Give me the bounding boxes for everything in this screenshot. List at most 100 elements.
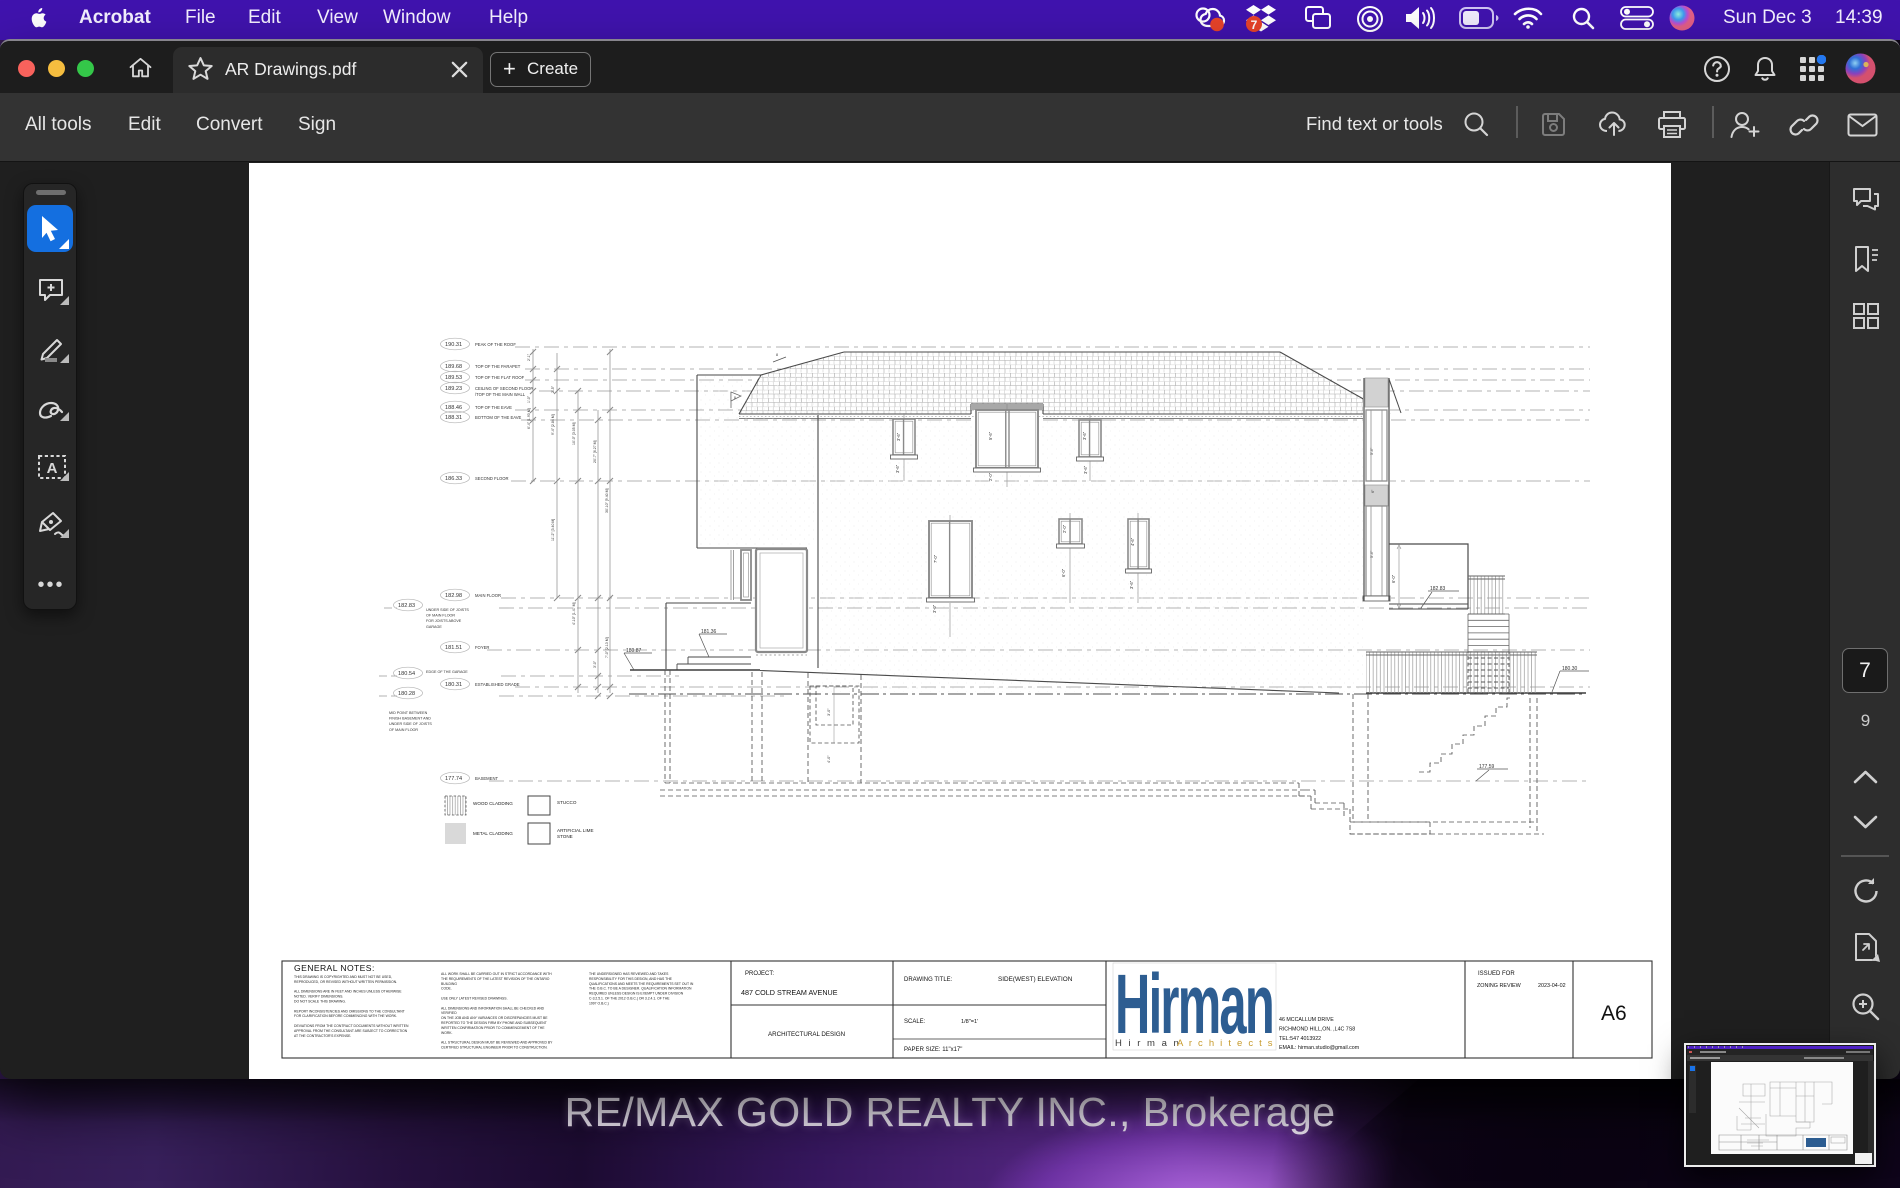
- svg-text:189.53: 189.53: [445, 375, 462, 381]
- svg-text:10'-0" [3.05 M]: 10'-0" [3.05 M]: [572, 422, 576, 445]
- svg-text:NOTED. VERIFY DIMENSIONS.: NOTED. VERIFY DIMENSIONS.: [294, 995, 343, 999]
- svg-text:FOR JOISTS ABOVE: FOR JOISTS ABOVE: [426, 619, 462, 623]
- svg-text:3'-6": 3'-6": [1083, 465, 1088, 474]
- svg-text:QUALIFICATIONS AND MEETS THE R: QUALIFICATIONS AND MEETS THE REQUIREMENT…: [589, 982, 694, 986]
- svg-text:TOP OF THE PARAPET: TOP OF THE PARAPET: [475, 364, 521, 369]
- svg-text:WORK.: WORK.: [441, 1031, 453, 1035]
- svg-text:ALL DIMENSIONS AND INFORMATION: ALL DIMENSIONS AND INFORMATION SHALL BE …: [441, 1006, 545, 1010]
- svg-text:3'-0": 3'-0": [932, 604, 937, 613]
- svg-text:3'-0": 3'-0": [827, 708, 831, 716]
- svg-text:CEILING OF SECOND FLOOR: CEILING OF SECOND FLOOR: [475, 386, 533, 391]
- svg-text:RESPONSIBILITY FOR THIS DESIGN: RESPONSIBILITY FOR THIS DESIGN, AND HAS …: [589, 977, 673, 981]
- svg-text:1997 O.B.C.): 1997 O.B.C.): [589, 1001, 609, 1005]
- svg-text:4'-6": 4'-6": [1130, 537, 1135, 546]
- svg-text:THE REQUIREMENTS OF THE LATEST: THE REQUIREMENTS OF THE LATEST REVISION …: [441, 977, 550, 981]
- svg-text:DEVIATIONS FROM THE CONTRACT D: DEVIATIONS FROM THE CONTRACT DOCUMENTS W…: [294, 1024, 409, 1028]
- svg-text:190.31: 190.31: [445, 342, 462, 348]
- svg-text:189.23: 189.23: [445, 386, 462, 392]
- svg-text:A r c h i t e c t s: A r c h i t e c t s: [1177, 1038, 1274, 1049]
- svg-text:189.68: 189.68: [445, 364, 462, 370]
- svg-text:ALL DIMENSIONS ARE IN FEET AND: ALL DIMENSIONS ARE IN FEET AND INCHES UN…: [294, 990, 402, 994]
- svg-text:WOOD CLADDING: WOOD CLADDING: [473, 801, 513, 806]
- svg-text:BOTTOM OF THE EAVE: BOTTOM OF THE EAVE: [475, 415, 522, 420]
- svg-text:180.28: 180.28: [398, 691, 415, 697]
- svg-text:OF MAIN FLOOR: OF MAIN FLOOR: [426, 614, 455, 618]
- svg-text:MID POINT BETWEEN: MID POINT BETWEEN: [389, 711, 428, 715]
- svg-text:SIDE(WEST) ELEVATION: SIDE(WEST) ELEVATION: [998, 976, 1073, 983]
- svg-text:3'-6": 3'-6": [896, 432, 901, 441]
- svg-text:7'-0": 7'-0": [933, 554, 938, 563]
- svg-text:EDGE OF THE GARAGE: EDGE OF THE GARAGE: [426, 670, 468, 674]
- svg-text:2'-0": 2'-0": [988, 472, 993, 481]
- svg-text:STUCCO: STUCCO: [557, 800, 577, 805]
- svg-text:8: 8: [776, 353, 778, 357]
- svg-text:REPORTED TO THE DESIGN FIRM BY: REPORTED TO THE DESIGN FIRM BY PHONE AND…: [441, 1021, 547, 1025]
- svg-text:REPRODUCED, OR REVISED WITHOUT: REPRODUCED, OR REVISED WITHOUT WRITTEN P…: [294, 980, 397, 984]
- svg-text:UNDER SIDE OF JOISTS: UNDER SIDE OF JOISTS: [389, 722, 432, 726]
- svg-text:1'-0": 1'-0": [527, 395, 531, 403]
- svg-text:11'-2" [3.40 M]: 11'-2" [3.40 M]: [551, 519, 555, 541]
- svg-text:GENERAL NOTES:: GENERAL NOTES:: [294, 963, 375, 973]
- svg-text:ALL STRUCTURAL DESIGN MUST BE: ALL STRUCTURAL DESIGN MUST BE REVIEWED A…: [441, 1041, 553, 1045]
- svg-text:CERTIFIED STRUCTURAL ENGINEER: CERTIFIED STRUCTURAL ENGINEER PRIOR TO C…: [441, 1046, 548, 1050]
- svg-text:RICHMOND HILL,ON. ,L4C 7S8: RICHMOND HILL,ON. ,L4C 7S8: [1279, 1026, 1355, 1032]
- svg-text:2'-5": 2'-5": [551, 385, 555, 393]
- svg-text:H i r m a n: H i r m a n: [1115, 1038, 1181, 1049]
- svg-text:TOP OF THE EAVE: TOP OF THE EAVE: [475, 405, 512, 410]
- svg-text:ZONING REVIEW: ZONING REVIEW: [1477, 983, 1522, 989]
- svg-text:USE ONLY LATEST REVISED DRAWIN: USE ONLY LATEST REVISED DRAWINGS.: [441, 997, 508, 1001]
- svg-text:2'-1": 2'-1": [527, 353, 531, 361]
- svg-text:4'-10" [1.47 M]: 4'-10" [1.47 M]: [572, 602, 576, 625]
- svg-text:3'-6": 3'-6": [1129, 580, 1134, 589]
- svg-text:STONE: STONE: [557, 834, 573, 839]
- svg-text:BUILDING: BUILDING: [441, 982, 457, 986]
- svg-text:EMAIL: hirman.studio@gmail.com: EMAIL: hirman.studio@gmail.com: [1279, 1045, 1360, 1051]
- svg-text:SCALE:: SCALE:: [904, 1019, 926, 1025]
- svg-text:THE UNDERSIGNED HAS REVIEWED A: THE UNDERSIGNED HAS REVIEWED AND TAKES: [589, 972, 669, 976]
- svg-text:WRITTEN CONFIRMATION PRIOR TO: WRITTEN CONFIRMATION PRIOR TO COMMENCEME…: [441, 1026, 545, 1030]
- svg-text:METAL CLADDING: METAL CLADDING: [473, 831, 513, 836]
- svg-text:6'-4" [1.93 M]: 6'-4" [1.93 M]: [527, 408, 531, 429]
- svg-text:46 MCCALLUM DRIVE: 46 MCCALLUM DRIVE: [1279, 1017, 1334, 1023]
- svg-text:5'-0": 5'-0": [1370, 447, 1374, 455]
- svg-text:180.31: 180.31: [445, 682, 462, 688]
- svg-text:3'-0": 3'-0": [593, 660, 597, 668]
- svg-text:UNDER SIDE OF JOISTS: UNDER SIDE OF JOISTS: [426, 608, 469, 612]
- svg-text:REPORT INCONSISTENCIES AND OMI: REPORT INCONSISTENCIES AND OMISSIONS TO …: [294, 1009, 405, 1013]
- svg-text:9'-4" [2.84 M]: 9'-4" [2.84 M]: [551, 414, 555, 435]
- svg-text:VERIFIED: VERIFIED: [441, 1011, 457, 1015]
- svg-text:THE O.B.C. TO BE A DESIGNER. Q: THE O.B.C. TO BE A DESIGNER. QUALIFICATI…: [589, 987, 692, 991]
- svg-text:4'-0": 4'-0": [827, 755, 831, 763]
- svg-text:7: 7: [1251, 18, 1258, 32]
- svg-text:CODE.: CODE.: [441, 987, 452, 991]
- svg-text:DO NOT SCALE THIS DRAWING.: DO NOT SCALE THIS DRAWING.: [294, 1000, 346, 1004]
- svg-text:188.31: 188.31: [445, 415, 462, 421]
- svg-text:BASEMENT: BASEMENT: [475, 776, 498, 781]
- svg-text:AT THE CONTRACTOR'S EXPENSE.: AT THE CONTRACTOR'S EXPENSE.: [294, 1034, 351, 1038]
- svg-text:REQUIRED UNLESS DESIGN IS EXEM: REQUIRED UNLESS DESIGN IS EXEMPT UNDER D…: [589, 992, 684, 996]
- svg-text:APPROVAL FROM THE CONSULTANT A: APPROVAL FROM THE CONSULTANT ARE SUBJECT…: [294, 1029, 408, 1033]
- svg-text:PAPER SIZE: 11"x17": PAPER SIZE: 11"x17": [904, 1047, 962, 1053]
- svg-text:ON THE JOB AND ANY VARIANCES O: ON THE JOB AND ANY VARIANCES OR DISCREPA…: [441, 1016, 548, 1020]
- svg-text:PROJECT:: PROJECT:: [745, 971, 774, 977]
- svg-text:FOYER: FOYER: [475, 645, 489, 650]
- svg-text:3'-6": 3'-6": [895, 464, 900, 473]
- svg-text:ISSUED FOR: ISSUED FOR: [1478, 971, 1515, 977]
- svg-text:A: A: [47, 460, 58, 477]
- svg-text:FINISH BASEMENT AND: FINISH BASEMENT AND: [389, 717, 431, 721]
- svg-text:30'-10" [9.40 M]: 30'-10" [9.40 M]: [605, 488, 609, 513]
- svg-text:THIS DRAWING IS COPYRIGHTED AN: THIS DRAWING IS COPYRIGHTED AND MUST NOT…: [294, 975, 392, 979]
- svg-text:7'-0" [2.13 M]: 7'-0" [2.13 M]: [605, 637, 609, 658]
- svg-text:6'-0": 6'-0": [1061, 568, 1066, 577]
- svg-text:/TOP OF THE MAIN WALL: /TOP OF THE MAIN WALL: [475, 392, 526, 397]
- svg-text:487 COLD STREAM AVENUE: 487 COLD STREAM AVENUE: [741, 988, 838, 997]
- svg-text:TOP OF THE FLAT ROOF: TOP OF THE FLAT ROOF: [475, 375, 525, 380]
- svg-text:ESTABLISHED GRADE: ESTABLISHED GRADE: [475, 682, 520, 687]
- svg-text:5'-6": 5'-6": [988, 431, 993, 440]
- svg-text:GARAGE: GARAGE: [426, 625, 442, 629]
- svg-text:181.51: 181.51: [445, 645, 462, 651]
- svg-text:180.54: 180.54: [398, 671, 415, 677]
- svg-text:20'-7" [6.27 M]: 20'-7" [6.27 M]: [593, 440, 597, 463]
- svg-text:FOR CLARIFICATION BEFORE COMME: FOR CLARIFICATION BEFORE COMMENCING WITH…: [294, 1014, 397, 1018]
- svg-text:182.98: 182.98: [445, 593, 462, 599]
